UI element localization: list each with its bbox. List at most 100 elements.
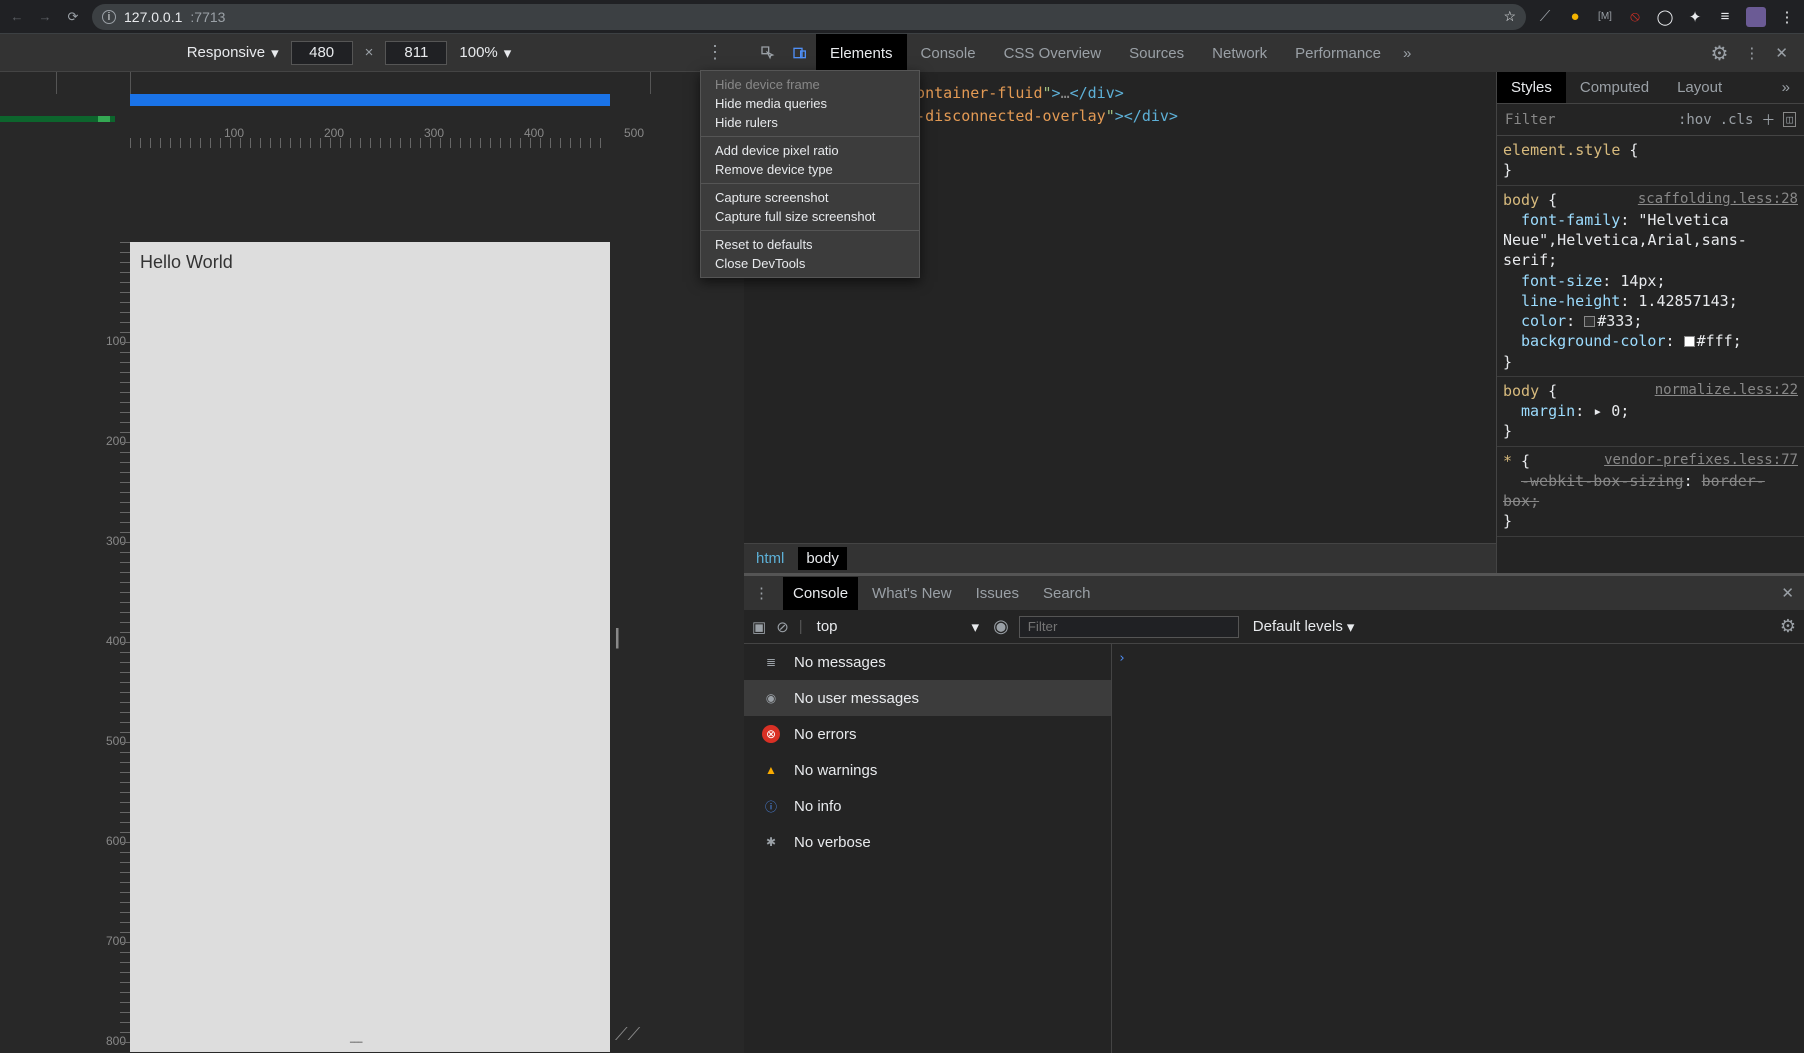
bug-icon: ✱ xyxy=(762,833,780,851)
hov-toggle[interactable]: :hov xyxy=(1678,112,1712,128)
height-input[interactable] xyxy=(385,41,447,65)
toggle-device-icon[interactable] xyxy=(784,45,816,61)
resize-handle-vertical-icon[interactable]: ━━━ xyxy=(350,1038,361,1047)
ext-icon-5[interactable]: ◯ xyxy=(1656,8,1674,26)
tab-console[interactable]: Console xyxy=(907,34,990,72)
console-filter-row[interactable]: ≣No messages xyxy=(744,644,1111,680)
styles-pane-icon[interactable]: ◫ xyxy=(1783,112,1796,127)
clear-console-icon[interactable]: ⊘ xyxy=(776,618,789,636)
device-options-icon[interactable]: ⋮ xyxy=(698,42,732,63)
list-icon: ≣ xyxy=(762,653,780,671)
menu-item[interactable]: Reset to defaults xyxy=(701,235,919,254)
settings-gear-icon[interactable]: ⚙ xyxy=(1702,41,1736,66)
error-icon: ⊗ xyxy=(762,725,780,743)
console-sidebar: ≣No messages◉No user messages⊗No errors▲… xyxy=(744,644,1112,1053)
profile-avatar-icon[interactable] xyxy=(1746,7,1766,27)
site-info-icon[interactable]: i xyxy=(102,10,116,24)
stab-styles[interactable]: Styles xyxy=(1497,72,1566,103)
zoom-select[interactable]: 100% ▾ xyxy=(459,44,511,62)
styles-tabs: Styles Computed Layout » xyxy=(1497,72,1804,104)
styles-pane: Styles Computed Layout » Filter :hov .cl… xyxy=(1496,72,1804,573)
console-context-select[interactable]: top▾ xyxy=(813,616,983,638)
tab-sources[interactable]: Sources xyxy=(1115,34,1198,72)
drawer-menu-icon[interactable]: ⋮ xyxy=(754,584,769,602)
styles-rules[interactable]: element.style {}scaffolding.less:28body … xyxy=(1497,136,1804,573)
extensions-icon[interactable]: ✦ xyxy=(1686,8,1704,26)
menu-item[interactable]: Close DevTools xyxy=(701,254,919,273)
tab-network[interactable]: Network xyxy=(1198,34,1281,72)
menu-item[interactable]: Add device pixel ratio xyxy=(701,141,919,160)
close-drawer-icon[interactable]: ✕ xyxy=(1781,584,1794,602)
toggle-console-sidebar-icon[interactable]: ▣ xyxy=(752,618,766,636)
back-icon[interactable]: ← xyxy=(8,8,26,26)
page-viewport[interactable]: Hello World xyxy=(130,242,610,1052)
device-preview-pane: Responsive ▾ × 100% ▾ ⋮ 100 200 300 400 … xyxy=(0,34,744,1053)
styles-filter-bar: Filter :hov .cls ＋ ◫ xyxy=(1497,104,1804,136)
dimension-separator: × xyxy=(365,44,374,61)
dom-breadcrumb: html body xyxy=(744,543,1496,573)
devtools-menu-icon[interactable]: ⋮ xyxy=(1736,44,1767,62)
more-tabs-icon[interactable]: » xyxy=(1395,45,1419,62)
menu-item[interactable]: Capture screenshot xyxy=(701,188,919,207)
tab-css-overview[interactable]: CSS Overview xyxy=(990,34,1116,72)
menu-item[interactable]: Remove device type xyxy=(701,160,919,179)
console-drawer: ⋮ Console What's New Issues Search ✕ ▣ ⊘… xyxy=(744,573,1804,1053)
devtools-tabs: Elements Console CSS Overview Sources Ne… xyxy=(744,34,1804,72)
resize-handle-corner-icon[interactable]: ⟋⟋ xyxy=(615,1024,640,1045)
styles-filter-input[interactable]: Filter xyxy=(1505,112,1670,128)
cls-toggle[interactable]: .cls xyxy=(1720,112,1754,128)
console-filter-row[interactable]: ◉No user messages xyxy=(744,680,1111,716)
dtab-whatsnew[interactable]: What's New xyxy=(872,585,952,602)
log-levels-select[interactable]: Default levels ▾ xyxy=(1249,616,1359,638)
media-query-max-icon[interactable] xyxy=(130,94,610,106)
ext-icon-4[interactable]: ⦸ xyxy=(1626,8,1644,26)
console-settings-icon[interactable]: ⚙ xyxy=(1780,616,1796,637)
menu-item[interactable]: Hide media queries xyxy=(701,94,919,113)
console-filter-row[interactable]: ⊗No errors xyxy=(744,716,1111,752)
drawer-tabs: ⋮ Console What's New Issues Search ✕ xyxy=(744,576,1804,610)
console-filter-row[interactable]: ⓘNo info xyxy=(744,788,1111,824)
ext-icon-6[interactable]: ≡ xyxy=(1716,8,1734,26)
console-filter-row[interactable]: ✱No verbose xyxy=(744,824,1111,860)
dtab-search[interactable]: Search xyxy=(1043,585,1091,602)
console-toolbar: ▣ ⊘ | top▾ ◉ Default levels ▾ ⚙ xyxy=(744,610,1804,644)
console-output[interactable]: › xyxy=(1112,644,1804,1053)
live-expression-icon[interactable]: ◉ xyxy=(993,616,1009,637)
width-input[interactable] xyxy=(291,41,353,65)
inspect-element-icon[interactable] xyxy=(752,45,784,61)
url-bar[interactable]: i 127.0.0.1:7713 ☆ xyxy=(92,4,1526,30)
tab-elements[interactable]: Elements xyxy=(816,34,907,72)
more-styles-tabs-icon[interactable]: » xyxy=(1768,72,1804,103)
device-select[interactable]: Responsive ▾ xyxy=(187,44,279,62)
breadcrumb-body[interactable]: body xyxy=(798,547,847,570)
bookmark-star-icon[interactable]: ☆ xyxy=(1503,8,1516,25)
menu-item[interactable]: Hide rulers xyxy=(701,113,919,132)
page-content: Hello World xyxy=(140,252,233,272)
vertical-ruler: 100 200 300 400 500 600 700 800 xyxy=(96,242,128,1052)
stab-layout[interactable]: Layout xyxy=(1663,72,1736,103)
device-toolbar: Responsive ▾ × 100% ▾ ⋮ xyxy=(0,34,744,72)
ext-icon-1[interactable]: ⟋ xyxy=(1536,8,1554,26)
browser-toolbar: ← → ⟳ i 127.0.0.1:7713 ☆ ⟋ ● [M] ⦸ ◯ ✦ ≡… xyxy=(0,0,1804,34)
chrome-menu-icon[interactable]: ⋮ xyxy=(1778,8,1796,26)
menu-item: Hide device frame xyxy=(701,75,919,94)
user-icon: ◉ xyxy=(762,689,780,707)
console-filter-row[interactable]: ▲No warnings xyxy=(744,752,1111,788)
dtab-console[interactable]: Console xyxy=(783,577,858,610)
ext-icon-3[interactable]: [M] xyxy=(1596,8,1614,26)
reload-icon[interactable]: ⟳ xyxy=(64,8,82,26)
new-style-rule-icon[interactable]: ＋ xyxy=(1761,110,1775,130)
close-devtools-icon[interactable]: ✕ xyxy=(1767,44,1796,62)
forward-icon[interactable]: → xyxy=(36,8,54,26)
breadcrumb-html[interactable]: html xyxy=(756,550,784,567)
console-filter-input[interactable] xyxy=(1019,616,1239,638)
stab-computed[interactable]: Computed xyxy=(1566,72,1663,103)
ext-icon-2[interactable]: ● xyxy=(1566,8,1584,26)
resize-handle-horizontal-icon[interactable]: || xyxy=(614,624,615,650)
tab-performance[interactable]: Performance xyxy=(1281,34,1395,72)
media-queries-bar[interactable] xyxy=(0,72,744,122)
url-host: 127.0.0.1 xyxy=(124,9,182,25)
device-options-menu: Hide device frameHide media queriesHide … xyxy=(700,70,920,278)
menu-item[interactable]: Capture full size screenshot xyxy=(701,207,919,226)
dtab-issues[interactable]: Issues xyxy=(976,585,1019,602)
